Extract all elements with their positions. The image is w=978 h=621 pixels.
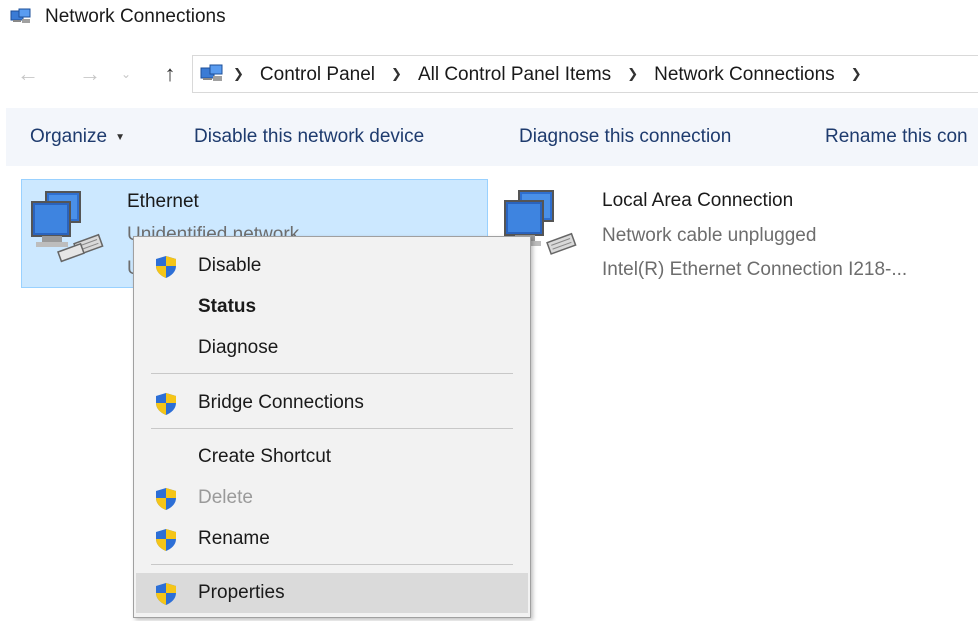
menu-item-properties[interactable]: Properties [136,573,528,613]
breadcrumb-all-items[interactable]: All Control Panel Items [418,64,611,86]
menu-item-label: Rename [198,528,270,549]
menu-separator [151,564,513,565]
uac-shield-icon [156,256,176,278]
connection-name: Local Area Connection [602,190,794,211]
caret-down-icon: ▼ [115,131,126,143]
uac-shield-icon [156,583,176,605]
menu-item-label: Diagnose [198,337,279,358]
organize-label: Organize [30,126,108,147]
breadcrumb-control-panel[interactable]: Control Panel [260,64,375,86]
menu-item-rename[interactable]: Rename [136,519,528,559]
menu-item-bridge-connections[interactable]: Bridge Connections [136,383,528,423]
menu-item-diagnose[interactable]: Diagnose [136,328,528,368]
breadcrumb-separator-icon[interactable]: ❯ [627,66,638,82]
connection-status: Network cable unplugged [602,225,817,246]
menu-separator [151,373,513,374]
menu-item-status[interactable]: Status [136,287,528,327]
menu-item-label: Status [198,296,257,317]
menu-item-label: Properties [198,582,285,603]
menu-item-label: Bridge Connections [198,392,364,413]
network-folder-icon [200,64,223,81]
menu-item-disable[interactable]: Disable [136,246,528,286]
uac-shield-icon [156,488,176,510]
navigation-bar: ← → ⌄ ↑ ❯ Control Panel ❯ All Control Pa… [0,50,978,98]
organize-button[interactable]: Organize ▼ [30,108,125,166]
breadcrumb-separator-icon[interactable]: ❯ [391,66,402,82]
menu-item-label: Delete [198,487,253,508]
connection-name: Ethernet [127,191,199,212]
up-arrow-icon[interactable]: ↑ [156,60,184,88]
command-bar: Organize ▼ Disable this network device D… [6,108,978,166]
breadcrumb-separator-icon[interactable]: ❯ [233,66,244,82]
chevron-down-icon[interactable]: ⌄ [112,60,140,88]
breadcrumb-separator-icon[interactable]: ❯ [851,66,862,82]
forward-arrow-icon[interactable]: → [76,60,104,88]
menu-item-label: Disable [198,255,262,276]
uac-shield-icon [156,393,176,415]
menu-item-delete: Delete [136,478,528,518]
menu-item-label: Create Shortcut [198,446,332,467]
rename-connection-button[interactable]: Rename this con [825,108,968,166]
window-title: Network Connections [45,6,226,27]
menu-separator [151,428,513,429]
connection-device: Intel(R) Ethernet Connection I218-... [602,259,908,280]
breadcrumb: ❯ Control Panel ❯ All Control Panel Item… [233,64,878,86]
breadcrumb-network-connections[interactable]: Network Connections [654,64,835,86]
address-bar[interactable]: ❯ Control Panel ❯ All Control Panel Item… [192,55,978,93]
network-connections-icon [10,8,31,23]
menu-item-create-shortcut[interactable]: Create Shortcut [136,437,528,477]
back-arrow-icon[interactable]: ← [14,60,42,88]
network-adapter-icon [31,191,104,263]
context-menu: Disable Status Diagnose Bridge Connectio… [133,236,531,618]
connection-item-local-area[interactable]: Local Area Connection Network cable unpl… [497,179,978,288]
diagnose-connection-button[interactable]: Diagnose this connection [519,108,731,166]
title-bar: Network Connections [0,0,978,36]
disable-device-button[interactable]: Disable this network device [194,108,424,166]
uac-shield-icon [156,529,176,551]
